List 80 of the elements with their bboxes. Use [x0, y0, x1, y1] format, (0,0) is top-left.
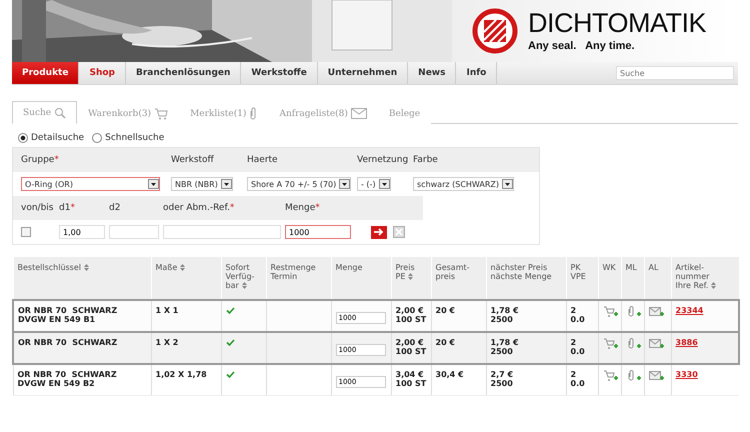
column-header[interactable]: Sofort Verfüg- bar [221, 257, 266, 300]
sort-icon[interactable] [84, 264, 89, 272]
checkbox[interactable] [21, 227, 31, 237]
column-header[interactable]: Maße [151, 257, 221, 300]
nav-link[interactable]: Werkstoffe [241, 62, 318, 84]
tagline: Any seal. Any time. [528, 40, 636, 52]
submit-button[interactable] [371, 226, 387, 238]
table-cell: 30,4 € [431, 364, 486, 396]
column-header: AL [644, 257, 671, 300]
column-header: Menge [331, 257, 391, 300]
add-to-cart-icon[interactable] [602, 338, 618, 350]
paperclip-icon [249, 107, 258, 120]
clear-button[interactable] [393, 226, 405, 238]
table-cell: 2 0.0 [566, 364, 598, 396]
column-header[interactable]: Preis PE [391, 257, 431, 300]
table-cell: 1,02 X 1,78 [151, 364, 221, 396]
add-to-cart-icon[interactable] [602, 306, 618, 318]
article-link[interactable]: 3330 [676, 370, 698, 379]
radio-button[interactable] [18, 133, 28, 143]
field-label: Farbe [413, 155, 439, 165]
input-field[interactable] [163, 225, 281, 239]
nav-link[interactable]: Unternehmen [318, 62, 408, 84]
field-label: Gruppe* [21, 155, 60, 165]
paperclip-add-icon[interactable] [626, 306, 642, 318]
search-field[interactable]: Suche [616, 66, 734, 80]
column-header: Restmenge Termin [266, 257, 331, 300]
field-label: oder Abm.-Ref.* [163, 203, 236, 213]
dropdown[interactable]: O-Ring (OR) [21, 177, 160, 191]
sort-icon[interactable] [242, 282, 247, 290]
column-header[interactable]: Artikel- nummer Ihre Ref. [671, 257, 739, 300]
nav-link[interactable]: Shop [79, 62, 126, 84]
logo-icon [472, 8, 518, 54]
sort-icon[interactable] [180, 264, 186, 272]
envelope-add-icon[interactable] [648, 370, 664, 382]
field-label: Menge* [285, 203, 321, 213]
radio-label: Detailsuche [31, 133, 84, 143]
field-label: d1* [59, 203, 76, 213]
add-to-cart-icon[interactable] [602, 370, 618, 382]
nav-link[interactable]: Produkte [12, 62, 80, 84]
column-header[interactable]: Bestellschlüssel [13, 257, 151, 300]
nav-link[interactable]: Branchenlösungen [126, 62, 242, 84]
dropdown[interactable]: NBR (NBR) [171, 177, 233, 191]
brand-name: DICHTOMATIK [528, 10, 706, 37]
envelope-add-icon[interactable] [648, 338, 664, 350]
column-header: PK VPE [566, 257, 598, 300]
input-field[interactable]: 1000 [285, 225, 351, 239]
field-label: Werkstoff [171, 155, 215, 165]
cart-icon [154, 108, 168, 120]
sort-icon[interactable] [408, 273, 414, 280]
dropdown[interactable]: Shore A 70 +/- 5 (70) [247, 177, 352, 191]
column-header: Gesamt- preis [431, 257, 486, 300]
article-link[interactable]: 3886 [676, 338, 698, 347]
dropdown[interactable]: schwarz (SCHWARZ) [413, 177, 514, 191]
envelope-add-icon[interactable] [648, 306, 664, 318]
input-field[interactable] [109, 225, 159, 239]
table-cell: 3,04 € 100 ST [391, 364, 431, 396]
field-label: Haerte [247, 155, 279, 165]
envelope-icon [350, 108, 367, 119]
nav-link[interactable]: News [408, 62, 456, 84]
dropdown[interactable]: - (-) [357, 177, 391, 191]
arrow-right-icon [374, 228, 384, 236]
table-cell: OR NBR 70 SCHWARZ DVGW EN 549 B2 [13, 364, 151, 396]
radio-button[interactable] [92, 133, 102, 143]
column-header: nächster Preis nächste Menge [486, 257, 566, 300]
field-label: Vernetzung [357, 155, 410, 165]
column-header: ML [621, 257, 644, 300]
close-icon [395, 228, 403, 236]
sort-icon[interactable] [711, 282, 716, 290]
search-icon [54, 106, 66, 118]
radio-label: Schnellsuche [105, 133, 164, 143]
table-cell: OR NBR 70 SCHWARZ DVGW EN 549 B1 [13, 300, 151, 332]
article-link[interactable]: 23344 [676, 306, 704, 315]
table-cell: 2,7 € 2500 [486, 364, 566, 396]
input-field[interactable]: 1,00 [59, 225, 105, 239]
nav-link[interactable]: Info [456, 62, 498, 84]
column-header: WK [598, 257, 621, 300]
paperclip-add-icon[interactable] [626, 370, 642, 382]
field-label: d2 [109, 203, 122, 213]
field-label: von/bis [21, 203, 54, 213]
paperclip-add-icon[interactable] [626, 338, 642, 350]
